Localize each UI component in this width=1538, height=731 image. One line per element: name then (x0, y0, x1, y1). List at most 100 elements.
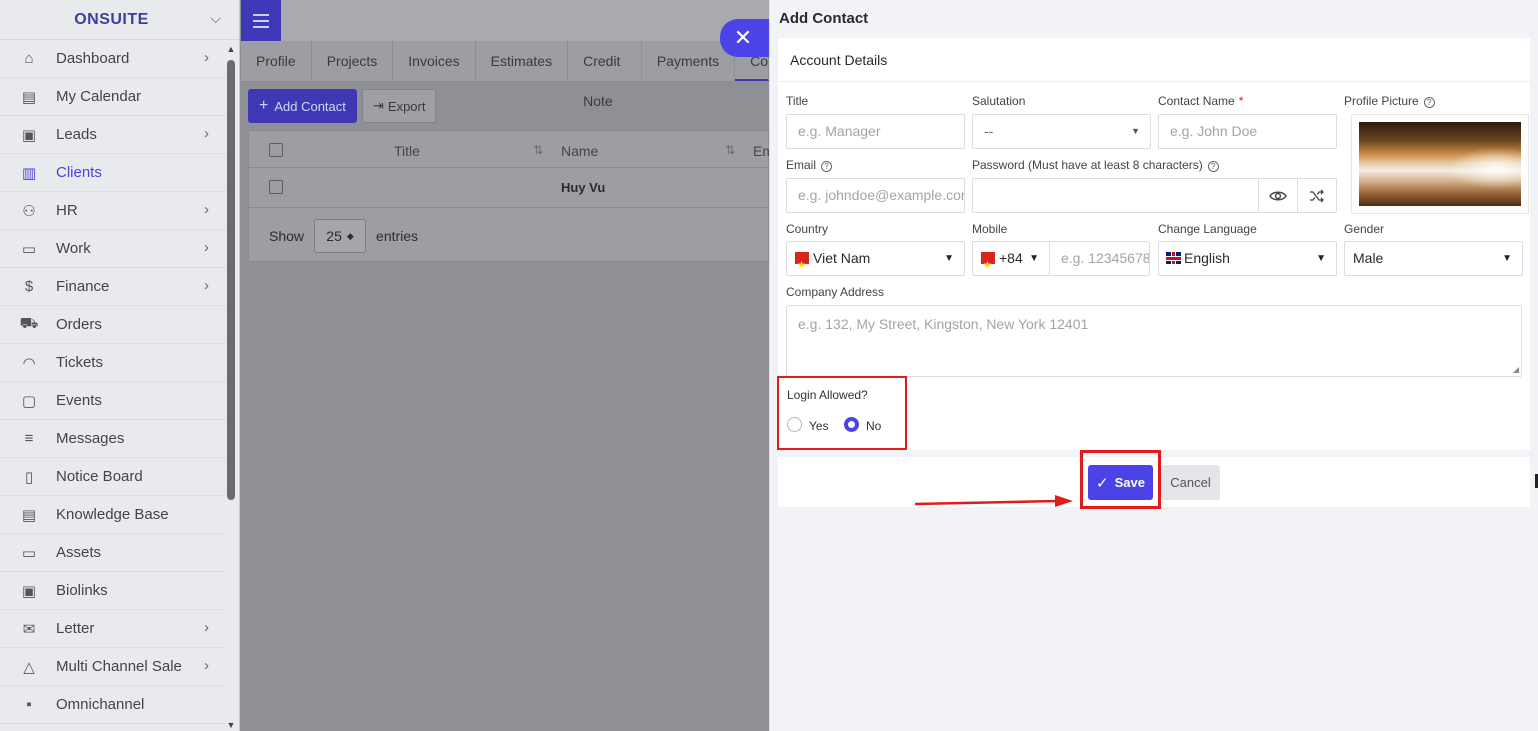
chevron-right-icon[interactable]: › (204, 657, 209, 674)
message-icon: ≡ (24, 430, 34, 447)
briefcase-icon: ▭ (21, 240, 37, 258)
vietnam-flag-icon (981, 249, 995, 275)
login-yes-radio[interactable] (787, 417, 802, 432)
envelope-icon: ✉ (22, 620, 36, 638)
sidebar-item-dashboard[interactable]: ⌂ Dashboard › (0, 40, 225, 78)
tab-profile[interactable]: Profile (241, 41, 312, 81)
scrollbar-thumb[interactable] (227, 60, 235, 500)
title-input[interactable]: e.g. Manager (786, 114, 965, 149)
add-contact-panel: Add Contact Account Details Title Saluta… (769, 0, 1538, 731)
salutation-select[interactable]: -- ▼ (972, 114, 1151, 149)
login-no-radio[interactable] (844, 417, 859, 432)
address-placeholder: e.g. 132, My Street, Kingston, New York … (798, 316, 1089, 332)
row-checkbox[interactable] (269, 180, 283, 194)
address-textarea[interactable]: e.g. 132, My Street, Kingston, New York … (786, 305, 1522, 377)
sidebar-item-orders[interactable]: ⛟ Orders (0, 306, 225, 344)
headset-icon: ◠ (22, 354, 36, 372)
select-all-checkbox[interactable] (269, 143, 283, 157)
chevron-right-icon[interactable]: › (204, 125, 209, 142)
profile-picture-upload[interactable] (1351, 114, 1529, 214)
chevron-right-icon[interactable]: › (204, 49, 209, 66)
action-row: + Add Contact ⇥ Export (241, 82, 769, 130)
cancel-button[interactable]: Cancel (1161, 465, 1220, 500)
main-content: Profile Projects Invoices Estimates Cred… (241, 0, 774, 731)
table-row[interactable]: Huy Vu (249, 168, 768, 208)
sidebar-item-events[interactable]: ▢ Events (0, 382, 225, 420)
sidebar-item-notice-board[interactable]: ▯ Notice Board (0, 458, 225, 496)
sort-icon[interactable]: ⇅ (725, 143, 735, 157)
show-password-button[interactable] (1258, 179, 1297, 212)
calendar-icon: ▤ (21, 88, 37, 106)
save-button[interactable]: ✓ Save (1088, 465, 1153, 500)
language-select[interactable]: English ▼ (1158, 241, 1337, 276)
contact-name-input[interactable]: e.g. John Doe (1158, 114, 1337, 149)
chevron-right-icon[interactable]: › (204, 239, 209, 256)
updown-icon: ◆ (346, 230, 354, 241)
sidebar-item-messages[interactable]: ≡ Messages (0, 420, 225, 458)
sidebar-item-label: My Calendar (56, 88, 142, 105)
help-icon[interactable]: ? (821, 161, 833, 172)
tab-invoices[interactable]: Invoices (393, 41, 476, 81)
help-icon[interactable]: ? (1423, 97, 1435, 108)
sidebar-item-tickets[interactable]: ◠ Tickets (0, 344, 225, 382)
password-input[interactable] (972, 178, 1337, 213)
event-calendar-icon: ▢ (21, 392, 37, 410)
sidebar-item-hr[interactable]: ⚇ HR › (0, 192, 225, 230)
brand[interactable]: ONSUITE ⌵ (0, 0, 239, 40)
help-icon[interactable]: ? (1207, 161, 1219, 172)
country-select[interactable]: Viet Nam ▼ (786, 241, 965, 276)
close-panel-button[interactable]: ✕ (720, 19, 770, 57)
sidebar-item-multi-channel-sale[interactable]: △ Multi Channel Sale › (0, 648, 225, 686)
client-tabs: Profile Projects Invoices Estimates Cred… (241, 41, 769, 109)
login-yes-label[interactable]: Yes (809, 419, 829, 433)
scroll-up-icon[interactable]: ▲ (226, 44, 236, 54)
sort-icon[interactable]: ⇅ (533, 143, 543, 157)
login-no-label[interactable]: No (866, 419, 881, 433)
sidebar-item-leads[interactable]: ▣ Leads › (0, 116, 225, 154)
tab-projects[interactable]: Projects (312, 41, 394, 81)
menu-toggle-icon[interactable] (241, 0, 281, 41)
mobile-label: Mobile (972, 222, 1008, 236)
chevron-right-icon[interactable]: › (204, 201, 209, 218)
sidebar-item-work[interactable]: ▭ Work › (0, 230, 225, 268)
sidebar-item-label: Notice Board (56, 468, 143, 485)
sidebar-item-biolinks[interactable]: ▣ Biolinks (0, 572, 225, 610)
sidebar-item-my-calendar[interactable]: ▤ My Calendar (0, 78, 225, 116)
tab-credit-note[interactable]: Credit Note (568, 41, 642, 109)
mobile-input[interactable]: e.g. 1234567890 (1049, 241, 1150, 276)
email-input[interactable]: e.g. johndoe@example.com (786, 178, 965, 213)
gender-value: Male (1353, 250, 1384, 266)
sidebar-item-knowledge-base[interactable]: ▤ Knowledge Base (0, 496, 225, 534)
resize-handle-icon[interactable]: ◢ (1513, 365, 1519, 374)
chevron-down-icon[interactable]: ⌵ (210, 10, 221, 27)
tab-estimates[interactable]: Estimates (476, 41, 569, 81)
clipboard-icon: ▯ (24, 468, 34, 486)
generate-password-button[interactable] (1297, 179, 1336, 212)
sidebar-item-label: HR (56, 202, 78, 219)
sidebar-scrollbar[interactable]: ▲ ▼ (226, 44, 236, 730)
sidebar-item-assets[interactable]: ▭ Assets (0, 534, 225, 572)
chevron-right-icon[interactable]: › (204, 277, 209, 294)
sidebar-item-letter[interactable]: ✉ Letter › (0, 610, 225, 648)
table-header: Title ⇅ Name ⇅ Em (249, 131, 774, 168)
caret-down-icon: ▼ (944, 253, 954, 264)
column-name[interactable]: Name (561, 143, 598, 159)
chevron-right-icon[interactable]: › (204, 619, 209, 636)
export-button[interactable]: ⇥ Export (362, 89, 437, 123)
caret-down-icon: ▼ (1131, 126, 1140, 136)
sidebar-item-finance[interactable]: $ Finance › (0, 268, 225, 306)
add-contact-button[interactable]: + Add Contact (248, 89, 357, 123)
sidebar-item-label: Orders (56, 316, 102, 333)
entries-select[interactable]: 25 ◆ (314, 219, 367, 253)
sidebar-item-omnichannel[interactable]: ▪ Omnichannel (0, 686, 225, 724)
annotation-arrow-icon (915, 495, 1073, 507)
mobile-code-select[interactable]: +84 ▼ (972, 241, 1050, 276)
sidebar-item-clients[interactable]: ▥ Clients (0, 154, 225, 192)
sidebar-item-label: Knowledge Base (56, 506, 169, 523)
scroll-down-icon[interactable]: ▼ (226, 720, 236, 730)
address-label: Company Address (786, 285, 885, 299)
gender-select[interactable]: Male ▼ (1344, 241, 1523, 276)
column-title[interactable]: Title (394, 143, 420, 159)
sidebar-item-label: Biolinks (56, 582, 108, 599)
sidebar-item-label: Events (56, 392, 102, 409)
